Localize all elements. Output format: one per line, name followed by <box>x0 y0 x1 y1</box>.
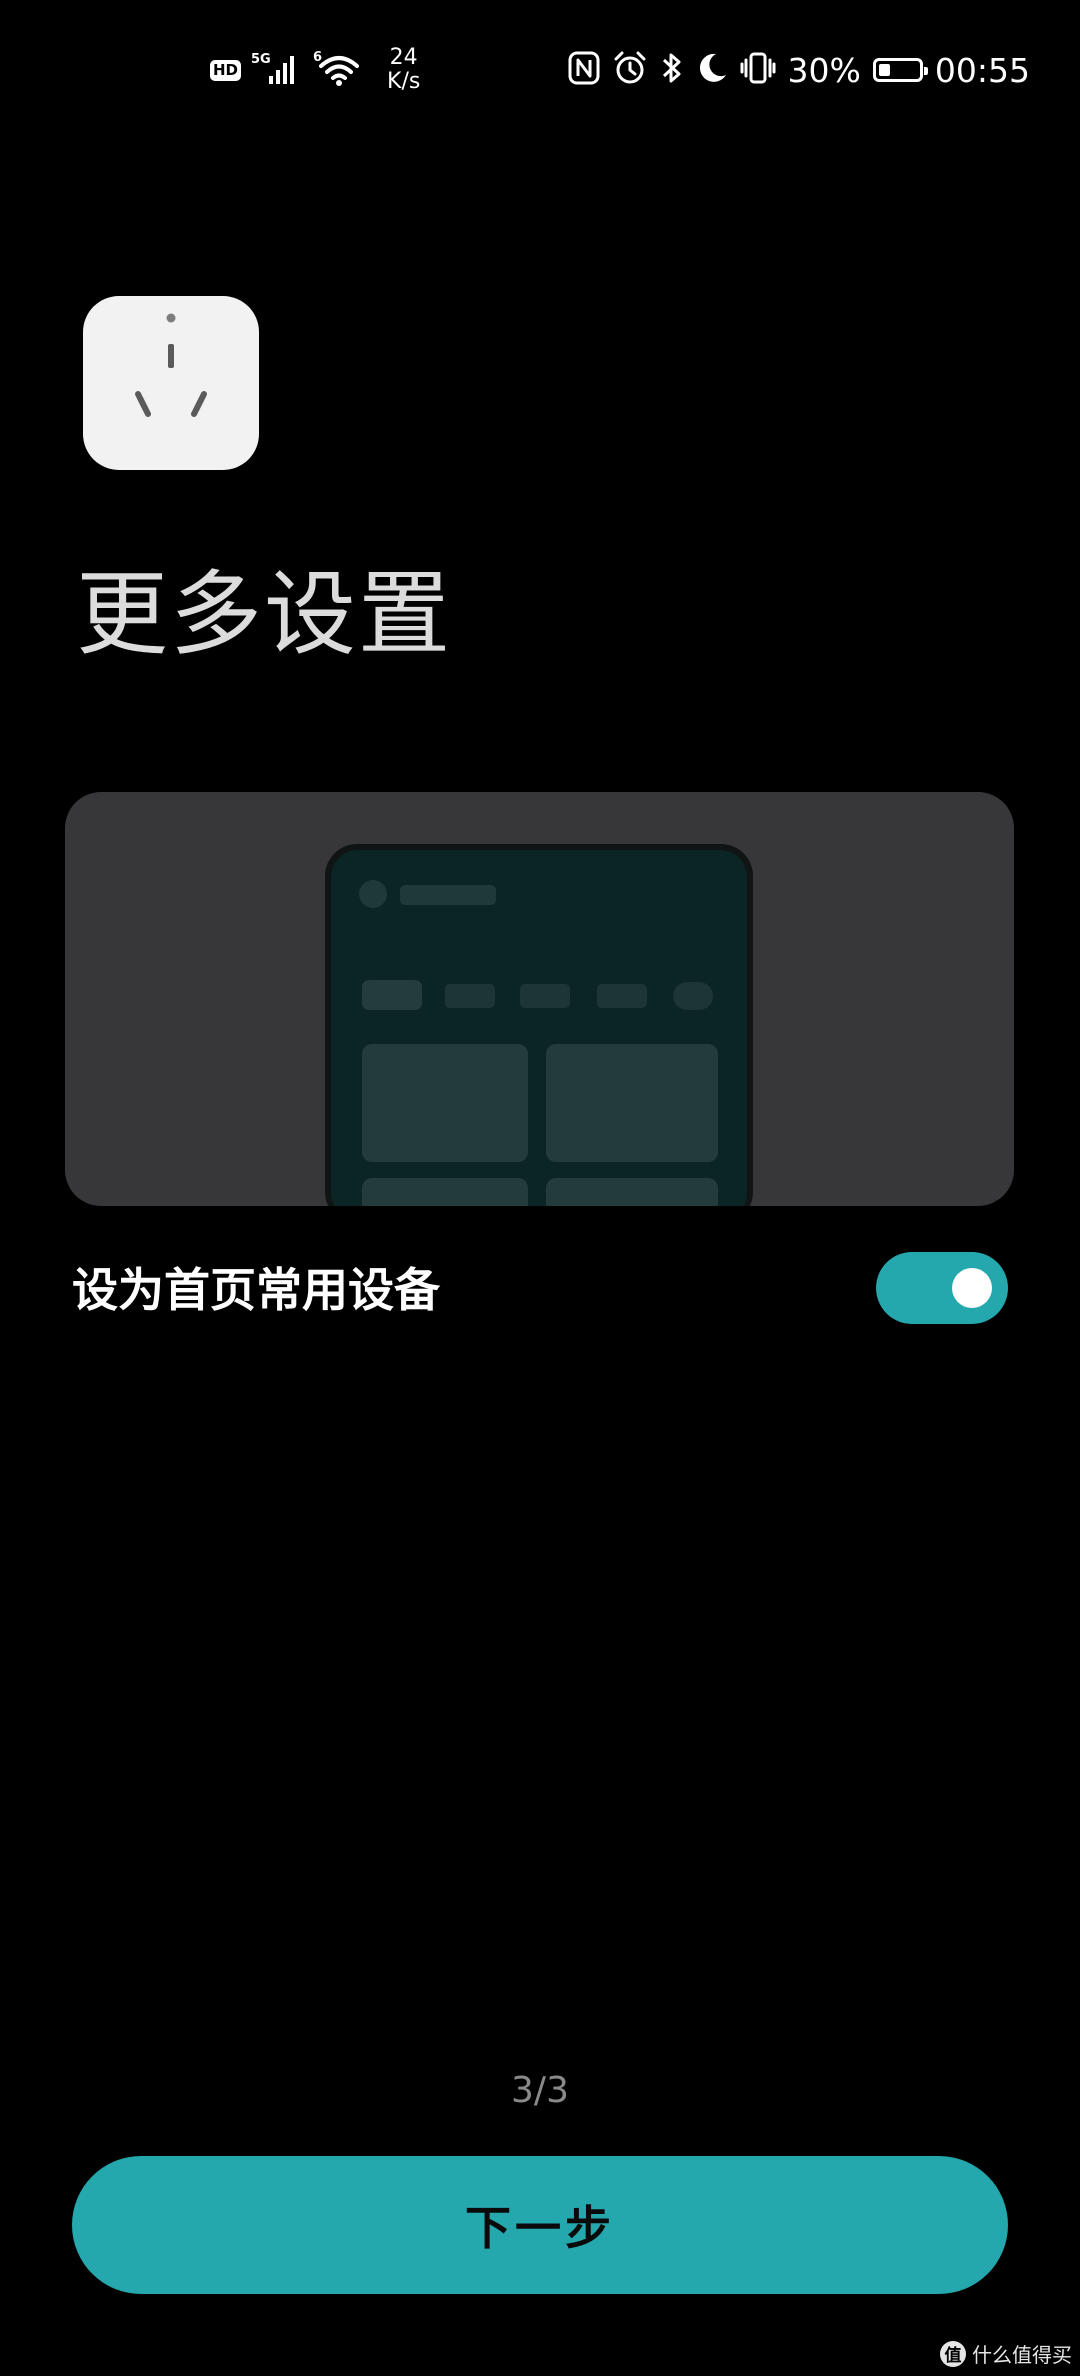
toggle-knob <box>952 1268 992 1308</box>
cellular-signal-icon: 5G <box>251 48 303 92</box>
bluetooth-icon <box>660 50 684 90</box>
power-socket-icon <box>135 313 207 417</box>
status-bar-left: HD 5G 6 24 K/s <box>210 40 420 100</box>
page-title: 更多设置 <box>76 561 453 668</box>
next-step-label: 下一步 <box>465 2201 615 2255</box>
vibrate-icon <box>740 50 776 90</box>
network-speed-unit: K/s <box>387 69 421 94</box>
alarm-icon <box>612 50 648 90</box>
clock: 00:55 <box>934 50 1030 90</box>
set-as-home-device-row: 设为首页常用设备 <box>72 1250 1008 1330</box>
network-speed-value: 24 <box>389 45 418 70</box>
wifi-standard-label: 6 <box>313 50 322 65</box>
watermark-logo: 值 <box>940 2340 966 2367</box>
battery-icon <box>872 58 928 82</box>
hd-badge: HD <box>210 59 242 81</box>
status-bar-right: 30% 00:55 <box>568 40 1030 100</box>
watermark: 值 什么值得买 <box>940 2339 1072 2368</box>
watermark-text: 什么值得买 <box>972 2343 1072 2367</box>
network-type-label: 5G <box>251 52 271 67</box>
next-step-button[interactable]: 下一步 <box>72 2156 1008 2294</box>
battery-percent: 30% <box>787 50 861 90</box>
nfc-icon <box>568 51 600 89</box>
phone-mockup-illustration <box>325 844 753 1206</box>
network-speed: 24 K/s <box>387 46 420 94</box>
set-as-home-device-toggle[interactable] <box>876 1252 1008 1324</box>
moon-icon <box>696 51 728 89</box>
device-icon <box>83 296 259 470</box>
set-as-home-device-label: 设为首页常用设备 <box>72 1263 440 1317</box>
status-bar: HD 5G 6 24 K/s 30% 00:55 <box>0 40 1080 100</box>
home-preview-illustration <box>65 792 1014 1206</box>
battery-fill <box>878 64 891 76</box>
wifi-icon: 6 <box>313 48 363 92</box>
page-indicator: 3/3 <box>511 2070 569 2111</box>
